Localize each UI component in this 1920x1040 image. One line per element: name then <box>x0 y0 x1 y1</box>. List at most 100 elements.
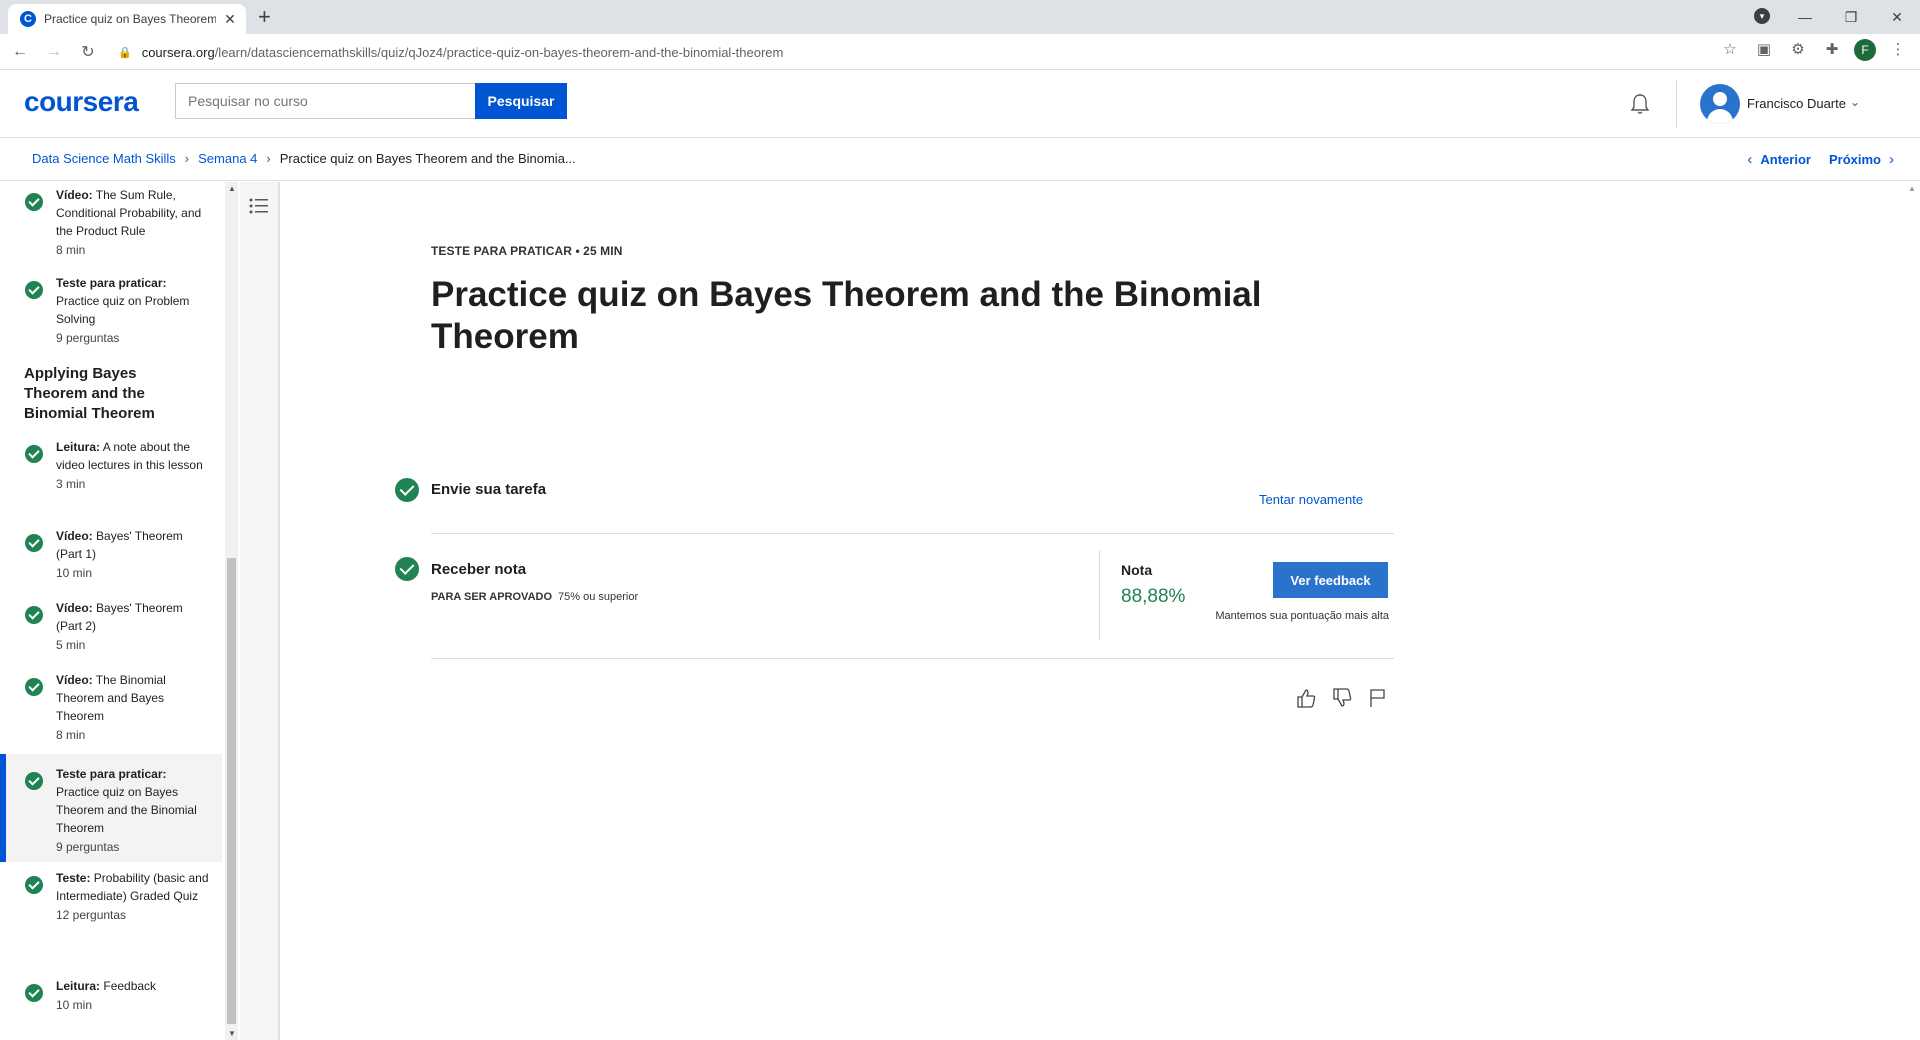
sidebar-item[interactable]: Vídeo: The Binomial Theorem and Bayes Th… <box>0 671 222 749</box>
sidebar-item-meta: 12 perguntas <box>56 908 127 922</box>
sidebar-item-meta: 8 min <box>56 243 86 257</box>
sidebar-item-meta: 9 perguntas <box>56 840 120 854</box>
scrollbar-thumb[interactable] <box>227 558 236 1024</box>
divider <box>431 658 1394 659</box>
step-submit-label: Envie sua tarefa <box>431 481 547 498</box>
sidebar-item-type: Teste: <box>56 871 91 885</box>
scroll-up-arrow-icon[interactable]: ▲ <box>1908 184 1916 193</box>
completed-check-icon <box>25 772 43 790</box>
view-feedback-button[interactable]: Ver feedback <box>1273 562 1388 598</box>
breadcrumb-bar: Data Science Math Skills › Semana 4 › Pr… <box>0 139 1920 181</box>
reload-icon[interactable]: ↻ <box>74 42 102 62</box>
sidebar-item[interactable]: Teste para praticar: Practice quiz on Pr… <box>0 274 222 345</box>
user-name[interactable]: Francisco Duarte <box>1747 96 1846 111</box>
back-arrow-icon[interactable]: ← <box>6 43 34 61</box>
quiz-meta: TESTE PARA PRATICAR • 25 MIN <box>431 244 623 258</box>
grade-value: 88,88% <box>1121 586 1186 607</box>
flag-icon[interactable] <box>1367 687 1389 709</box>
outline-column <box>240 182 280 1040</box>
forward-arrow-icon[interactable]: → <box>40 43 68 61</box>
chevron-right-icon[interactable]: › <box>1889 151 1894 168</box>
sidebar-item-type: Vídeo: <box>56 529 93 543</box>
sidebar-item-title: Practice quiz on Bayes Theorem and the B… <box>56 785 197 835</box>
extension-f-icon[interactable]: ▣ <box>1752 38 1776 62</box>
completed-check-icon <box>25 281 43 299</box>
breadcrumb-course-link[interactable]: Data Science Math Skills <box>32 151 176 166</box>
sidebar-item[interactable]: Vídeo: Bayes' Theorem (Part 2) 5 min <box>0 599 222 657</box>
sidebar-scrollbar[interactable]: ▲ ▼ <box>225 182 238 1040</box>
tab-search-icon[interactable]: ▾ <box>1754 8 1770 24</box>
browser-toolbar: ← → ↻ 🔒 coursera.org/learn/datasciencema… <box>0 34 1920 70</box>
bell-icon[interactable] <box>1628 92 1652 116</box>
item-pager: ‹ Anterior Próximo › <box>1739 151 1902 168</box>
feedback-icons <box>1295 687 1389 709</box>
close-icon[interactable]: ✕ <box>222 11 238 28</box>
sidebar-item[interactable]: Teste: Probability (basic and Intermedia… <box>0 869 222 965</box>
avatar[interactable] <box>1700 84 1740 124</box>
page-scrollbar[interactable]: ▲ <box>1904 182 1920 1040</box>
main-content: TESTE PARA PRATICAR • 25 MIN Practice qu… <box>282 182 1902 1040</box>
site-header: coursera Pesquisar Francisco Duarte ⌄ <box>0 70 1920 138</box>
chevron-down-icon[interactable]: ⌄ <box>1850 95 1860 109</box>
breadcrumb-current: Practice quiz on Bayes Theorem and the B… <box>279 151 576 166</box>
header-divider <box>1676 80 1677 128</box>
minimize-icon[interactable]: — <box>1782 9 1828 25</box>
sidebar-item-type: Leitura: <box>56 979 101 993</box>
browser-menu-icon[interactable]: ⋮ <box>1886 38 1910 62</box>
profile-avatar[interactable]: F <box>1854 39 1876 61</box>
previous-link[interactable]: Anterior <box>1760 152 1811 167</box>
thumbs-up-icon[interactable] <box>1295 687 1317 709</box>
completed-check-icon <box>25 193 43 211</box>
step-grade-label: Receber nota <box>431 561 527 578</box>
completed-check-icon <box>25 984 43 1002</box>
tab-title: Practice quiz on Bayes Theorem a <box>44 12 216 26</box>
pass-value: 75% ou superior <box>558 591 639 603</box>
completed-check-icon <box>25 534 43 552</box>
sidebar-item-type: Teste para praticar: <box>56 767 167 781</box>
retry-link[interactable]: Tentar novamente <box>1259 492 1363 507</box>
scroll-up-arrow-icon[interactable]: ▲ <box>228 184 236 193</box>
sidebar-item[interactable]: Vídeo: The Sum Rule, Conditional Probabi… <box>0 186 222 264</box>
extensions-puzzle-icon[interactable]: ✚ <box>1820 38 1844 62</box>
search-button[interactable]: Pesquisar <box>475 83 567 119</box>
sidebar-item-type: Vídeo: <box>56 673 93 687</box>
extension-icon[interactable]: ⚙ <box>1786 38 1810 62</box>
sidebar-item[interactable]: Leitura: A note about the video lectures… <box>0 438 222 506</box>
passing-requirement: PARA SER APROVADO 75% ou superior <box>431 591 638 603</box>
completed-check-icon <box>25 678 43 696</box>
sidebar-item-meta: 10 min <box>56 566 93 580</box>
url-path: /learn/datasciencemathskills/quiz/qJoz4/… <box>214 44 784 60</box>
completed-check-icon <box>25 876 43 894</box>
divider <box>431 533 1394 534</box>
list-toggle-icon[interactable] <box>248 196 270 216</box>
sidebar-item[interactable]: Vídeo: Bayes' Theorem (Part 1) 10 min <box>0 527 222 585</box>
breadcrumb-week-link[interactable]: Semana 4 <box>198 151 257 166</box>
grade-divider <box>1099 550 1100 640</box>
sidebar-item-active[interactable]: Teste para praticar: Practice quiz on Ba… <box>0 754 222 862</box>
browser-tabstrip: C Practice quiz on Bayes Theorem a ✕ + ▾… <box>0 0 1920 34</box>
url-host: coursera.org <box>141 44 215 60</box>
page-title: Practice quiz on Bayes Theorem and the B… <box>431 275 1262 356</box>
chevron-left-icon[interactable]: ‹ <box>1747 151 1752 168</box>
sidebar-section-title: Applying Bayes Theorem and the Binomial … <box>24 365 155 422</box>
pass-label: PARA SER APROVADO <box>431 591 553 603</box>
thumbs-down-icon[interactable] <box>1331 687 1353 709</box>
sidebar-item-meta: 8 min <box>56 728 86 742</box>
restore-icon[interactable]: ❐ <box>1828 9 1874 26</box>
bookmark-star-icon[interactable]: ☆ <box>1718 38 1742 62</box>
scroll-down-arrow-icon[interactable]: ▼ <box>228 1029 236 1038</box>
browser-tab[interactable]: C Practice quiz on Bayes Theorem a ✕ <box>8 4 246 34</box>
new-tab-plus-icon[interactable]: + <box>258 6 271 28</box>
toolbar-icons: ☆ ▣ ⚙ ✚ F ⋮ <box>1718 38 1910 62</box>
address-bar[interactable]: 🔒 coursera.org/learn/datasciencemathskil… <box>108 38 1766 66</box>
sidebar-item-meta: 10 min <box>56 998 93 1012</box>
sidebar-item[interactable]: Leitura: Feedback 10 min <box>0 977 222 1017</box>
chevron-right-icon: › <box>266 151 271 166</box>
coursera-favicon-icon: C <box>20 11 36 27</box>
next-link[interactable]: Próximo <box>1829 152 1881 167</box>
window-close-icon[interactable]: ✕ <box>1874 9 1920 26</box>
lock-icon: 🔒 <box>118 46 132 59</box>
coursera-logo[interactable]: coursera <box>24 86 139 118</box>
search-input[interactable] <box>175 83 475 119</box>
sidebar-item-meta: 9 perguntas <box>56 331 120 345</box>
